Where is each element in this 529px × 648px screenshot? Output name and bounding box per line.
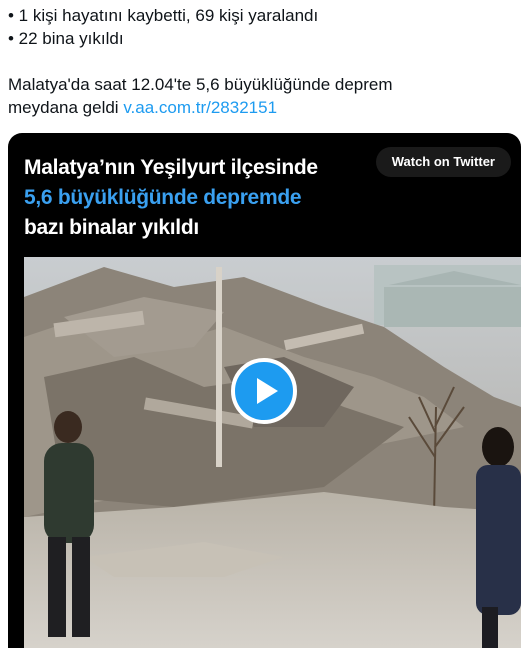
watch-on-twitter-button[interactable]: Watch on Twitter — [375, 147, 511, 177]
play-icon — [257, 378, 278, 404]
video-card[interactable]: Malatya’nın Yeşilyurt ilçesinde 5,6 büyü… — [8, 133, 521, 648]
tweet-text: • 1 kişi hayatını kaybetti, 69 kişi yara… — [8, 4, 518, 119]
tweet-link[interactable]: v.aa.com.tr/2832151 — [123, 98, 277, 117]
tweet-bullet-deaths: • 1 kişi hayatını kaybetti, 69 kişi yara… — [8, 6, 319, 25]
video-title-line-1: Malatya’nın Yeşilyurt ilçesinde — [24, 156, 318, 179]
video-thumbnail[interactable] — [24, 257, 521, 648]
rubble-scene-image — [24, 257, 521, 648]
video-title-overlay: Malatya’nın Yeşilyurt ilçesinde 5,6 büyü… — [24, 153, 318, 243]
video-title-line-3: bazı binalar yıkıldı — [24, 216, 199, 239]
tweet-body-line: Malatya'da saat 12.04'te 5,6 büyüklüğünd… — [8, 75, 393, 94]
tweet-body-line-2: meydana geldi v.aa.com.tr/2832151 — [8, 96, 518, 119]
video-title-line-2: 5,6 büyüklüğünde depremde — [24, 186, 302, 209]
play-button[interactable] — [231, 358, 297, 424]
tweet-bullet-buildings: • 22 bina yıkıldı — [8, 29, 124, 48]
tweet-body-text: meydana geldi — [8, 98, 124, 117]
